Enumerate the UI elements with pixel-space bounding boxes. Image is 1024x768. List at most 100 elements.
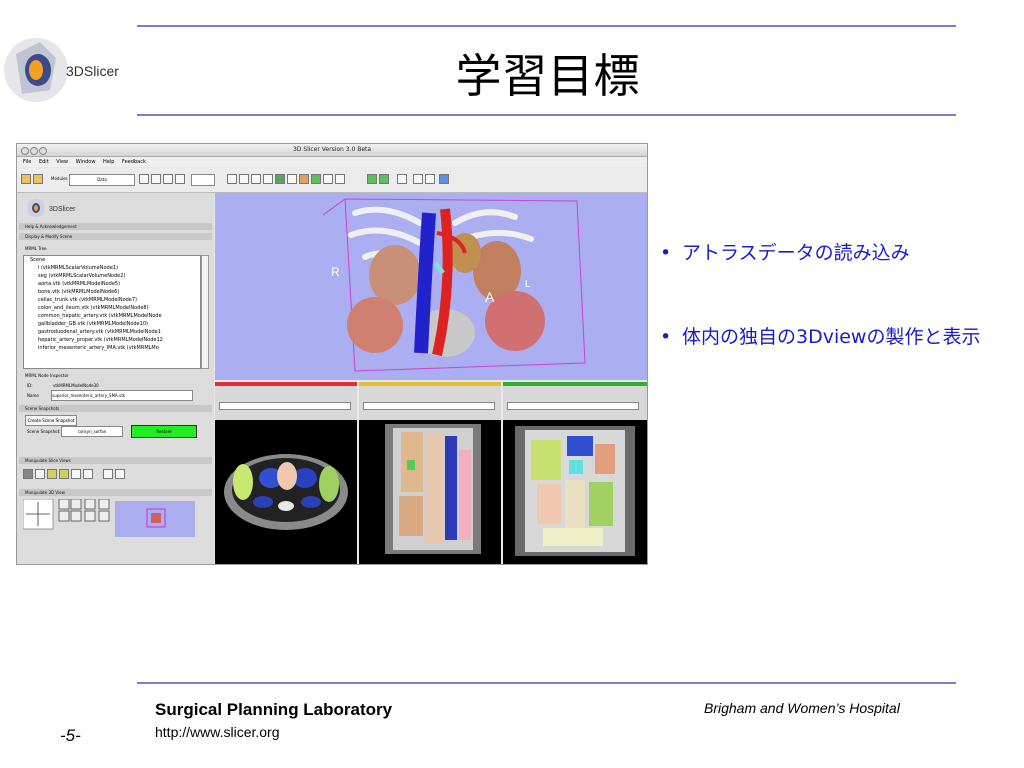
slice-control-7[interactable]	[103, 469, 113, 479]
bullet-text: 体内の独自の3Dviewの製作と表示	[682, 326, 981, 348]
slice-control-8[interactable]	[115, 469, 125, 479]
tree-item[interactable]: hepatic_artery_proper.vtk (vtkMRMLModelN…	[24, 336, 200, 344]
logo-text: 3DSlicer	[66, 63, 119, 79]
coronal-slice-view[interactable]	[503, 382, 647, 564]
slice-control-3[interactable]	[47, 469, 57, 479]
menu-view[interactable]: View	[56, 159, 68, 165]
tree-item[interactable]: inferior_mesenteric_artery_IMA.vtk (vtkM…	[24, 344, 200, 352]
coronal-slider[interactable]	[507, 402, 639, 410]
sagittal-slice-view[interactable]	[359, 382, 501, 564]
slicer-window: 3D Slicer Version 3.0 Beta File Edit Vie…	[16, 143, 648, 565]
tool-10-button[interactable]	[335, 174, 345, 184]
axial-slice-view[interactable]	[215, 382, 357, 564]
menu-feedback[interactable]: Feedback	[122, 159, 146, 165]
tree-item[interactable]: gastroduodenal_artery.vtk (vtkMRMLModelN…	[24, 328, 200, 336]
orientation-label-a: A	[485, 289, 495, 305]
snapshot-select-value: colisyn_sorfan	[77, 429, 107, 434]
bullet-item: 体内の独自の3Dviewの製作と表示	[660, 324, 1005, 350]
tree-item[interactable]: common_hepatic_artery.vtk (vtkMRMLModelN…	[24, 312, 200, 320]
tree-item[interactable]: bone.vtk (vtkMRMLModelNode6)	[24, 288, 200, 296]
tool-4-button[interactable]	[263, 174, 273, 184]
tool-5-button[interactable]	[275, 174, 285, 184]
footer-url[interactable]: http://www.slicer.org	[155, 724, 280, 740]
create-snapshot-button[interactable]: Create Scene Snapshot	[25, 415, 77, 426]
tool-9-button[interactable]	[323, 174, 333, 184]
menu-file[interactable]: File	[23, 159, 31, 165]
snapshot-select[interactable]: colisyn_sorfan	[61, 426, 123, 437]
manip-3d-section-header[interactable]: Manipulate 3D View	[19, 489, 212, 496]
tree-item[interactable]: seg (vtkMRMLScalarVolumeNode2)	[24, 272, 200, 280]
fiducial-button[interactable]	[413, 174, 423, 184]
tool-1-button[interactable]	[227, 174, 237, 184]
tool-7-button[interactable]	[299, 174, 309, 184]
tree-scrollbar[interactable]	[201, 255, 209, 369]
module-history-button[interactable]	[163, 174, 173, 184]
coronal-color-bar	[503, 382, 647, 386]
display-section-header[interactable]: Display & Modify Scene	[19, 233, 212, 240]
minimize-window-button[interactable]	[30, 147, 38, 155]
axial-slider[interactable]	[219, 402, 351, 410]
slice-view-controls[interactable]	[23, 467, 143, 481]
view-3d-navigator[interactable]	[22, 498, 203, 539]
tool-8-button[interactable]	[311, 174, 321, 184]
menu-help[interactable]: Help	[103, 159, 114, 165]
menu-edit[interactable]: Edit	[39, 159, 49, 165]
menu-bar: File Edit View Window Help Feedback	[17, 157, 647, 167]
refresh-button[interactable]	[175, 174, 185, 184]
undo-button[interactable]	[367, 174, 377, 184]
create-snapshot-label: Create Scene Snapshot	[27, 418, 75, 423]
help-section-header[interactable]: Help & Acknowledgement	[19, 223, 212, 230]
toolbar: Modules Data	[17, 168, 647, 193]
coronal-slice-controls[interactable]	[503, 382, 647, 420]
screenshot-button[interactable]	[397, 174, 407, 184]
footer-rule	[137, 682, 956, 684]
node-name-field[interactable]: superior_mesenteric_artery_SMA.vtk	[51, 390, 193, 401]
tool-2-button[interactable]	[239, 174, 249, 184]
module-panel: 3DSlicer Help & Acknowledgement Display …	[17, 193, 214, 564]
zoom-window-button[interactable]	[39, 147, 47, 155]
modules-label: Modules	[51, 176, 68, 181]
slice-control-2[interactable]	[35, 469, 45, 479]
place-button[interactable]	[425, 174, 435, 184]
sagittal-slice-controls[interactable]	[359, 382, 501, 420]
tree-item[interactable]: aorta.vtk (vtkMRMLModelNode5)	[24, 280, 200, 288]
snapshots-section-header[interactable]: Scene Snapshots	[19, 405, 212, 412]
close-window-button[interactable]	[21, 147, 29, 155]
tree-item[interactable]: colon_and_ileum.vtk (vtkMRMLModelNode8)	[24, 304, 200, 312]
slice-control-6[interactable]	[83, 469, 93, 479]
tool-3-button[interactable]	[251, 174, 261, 184]
node-inspector-label: MRML Node Inspector	[25, 373, 69, 378]
slice-control-4[interactable]	[59, 469, 69, 479]
module-search-input[interactable]	[191, 174, 215, 186]
panel-logo: 3DSlicer	[25, 197, 115, 223]
snapshot-label: Scene Snapshot:	[27, 429, 61, 434]
menu-window[interactable]: Window	[76, 159, 96, 165]
next-module-button[interactable]	[151, 174, 161, 184]
orientation-label-l: L	[525, 279, 531, 290]
manip-slice-section-header[interactable]: Manipulate Slice Views	[19, 457, 212, 464]
restore-label: Restore	[156, 429, 172, 434]
prev-module-button[interactable]	[139, 174, 149, 184]
node-name-value: superior_mesenteric_artery_SMA.vtk	[52, 393, 126, 398]
view-3d[interactable]: R A L	[215, 193, 647, 380]
redo-button[interactable]	[379, 174, 389, 184]
slice-control-1[interactable]	[23, 469, 33, 479]
slicer-logo: 3DSlicer	[0, 28, 140, 118]
modules-select[interactable]: Data	[69, 174, 135, 186]
save-scene-button[interactable]	[33, 174, 43, 184]
sagittal-slider[interactable]	[363, 402, 495, 410]
axial-slice-controls[interactable]	[215, 382, 357, 420]
load-scene-button[interactable]	[21, 174, 31, 184]
mrml-tree-label: MRML Tree	[25, 246, 47, 251]
sagittal-color-bar	[359, 382, 501, 386]
tree-item[interactable]: gallbladder_GB.vtk (vtkMRMLModelNode10)	[24, 320, 200, 328]
restore-button[interactable]: Restore	[131, 425, 197, 438]
slice-control-5[interactable]	[71, 469, 81, 479]
tree-item[interactable]: celiac_trunk.vtk (vtkMRMLModelNode7)	[24, 296, 200, 304]
tool-6-button[interactable]	[287, 174, 297, 184]
tree-root[interactable]: Scene	[24, 256, 200, 264]
transform-button[interactable]	[439, 174, 449, 184]
mrml-tree[interactable]: Scene l (vtkMRMLScalarVolumeNode1) seg (…	[23, 255, 201, 369]
footer-lab-name: Surgical Planning Laboratory	[155, 700, 393, 719]
tree-item[interactable]: l (vtkMRMLScalarVolumeNode1)	[24, 264, 200, 272]
